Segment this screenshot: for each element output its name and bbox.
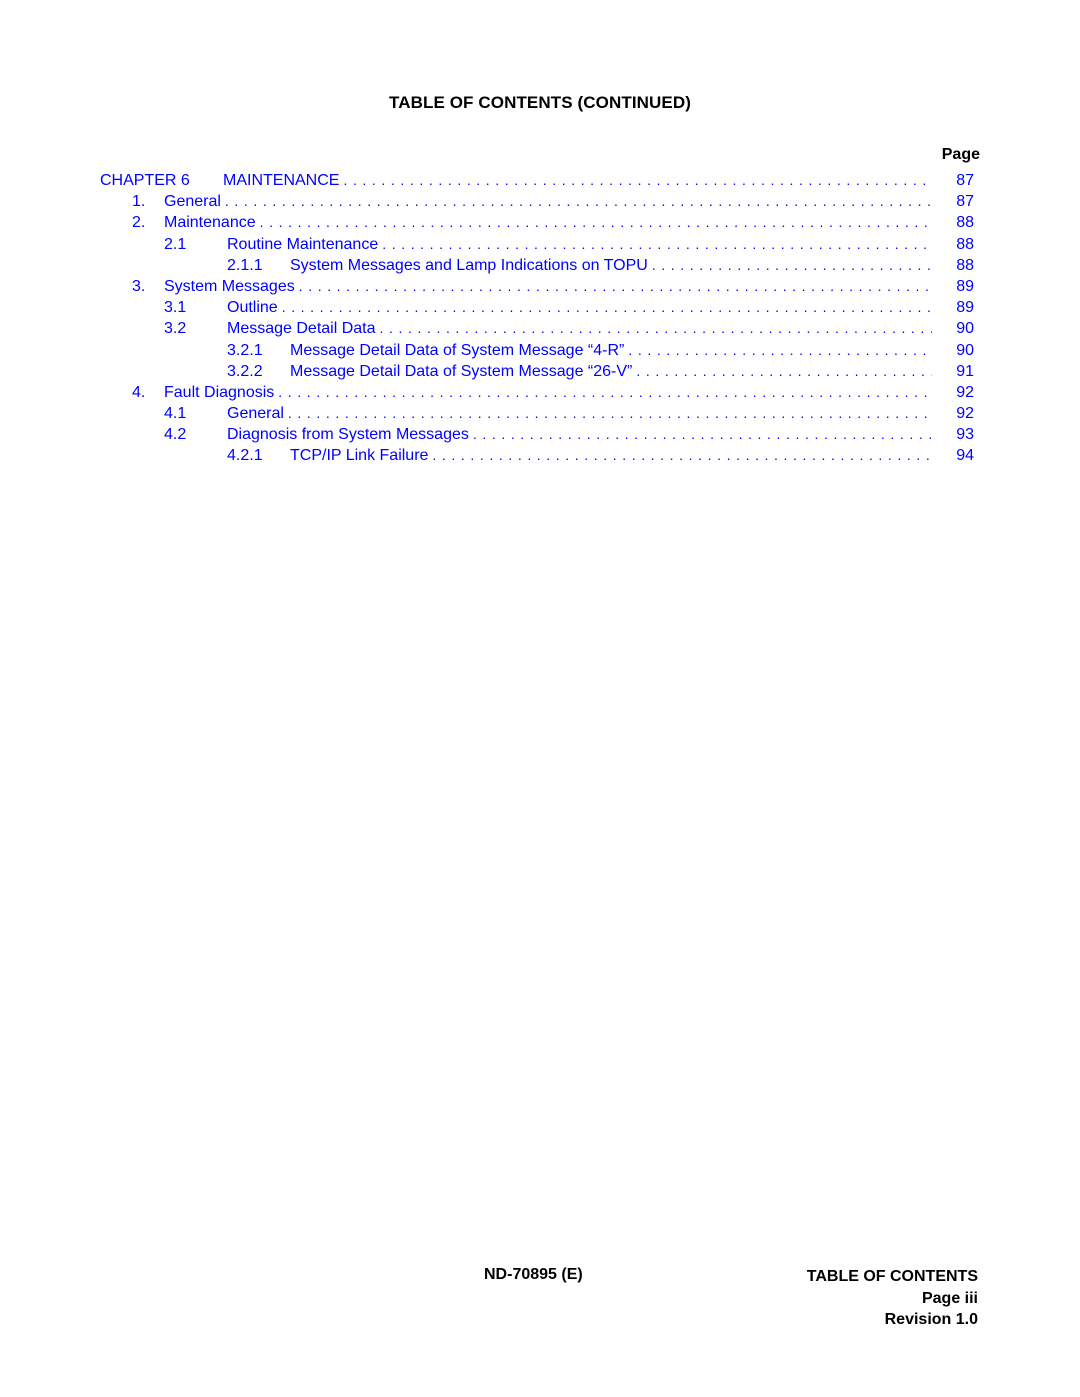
toc-entry[interactable]: 1. General..............................…	[100, 191, 974, 213]
toc-entry-page[interactable]: 88	[932, 233, 974, 255]
toc-entry-label[interactable]: Message Detail Data of System Message “2…	[290, 360, 637, 382]
toc-entry-page[interactable]: 92	[932, 403, 974, 425]
table-of-contents: CHAPTER 6 MAINTENANCE...................…	[100, 170, 974, 467]
toc-entry[interactable]: 3.2.2 Message Detail Data of System Mess…	[100, 360, 974, 382]
toc-entry[interactable]: 3.2 Message Detail Data.................…	[100, 318, 974, 340]
toc-entry[interactable]: 2.1 Routine Maintenance.................…	[100, 233, 974, 255]
toc-entry-page[interactable]: 87	[932, 191, 974, 213]
dot-leader: ........................................…	[379, 320, 932, 337]
toc-entry-page[interactable]: 87	[932, 170, 974, 192]
toc-entry-label[interactable]: Maintenance	[164, 212, 260, 234]
toc-entry-label[interactable]: Outline	[227, 297, 282, 319]
toc-entry-label[interactable]: Fault Diagnosis	[164, 381, 279, 404]
toc-entry[interactable]: 4. Fault Diagnosis......................…	[100, 381, 974, 404]
toc-entry-label[interactable]: Message Detail Data	[227, 318, 380, 340]
dot-leader: ........................................…	[651, 256, 932, 273]
toc-entry-label[interactable]: Routine Maintenance	[227, 233, 383, 255]
toc-entry-page[interactable]: 89	[932, 297, 974, 319]
toc-entry-number: 2.1.1	[227, 256, 263, 274]
dot-leader: ........................................…	[224, 193, 932, 210]
dot-leader: ........................................…	[343, 172, 932, 188]
toc-entry-number: 4.2.1	[227, 447, 263, 465]
toc-entry[interactable]: 2.1.1 System Messages and Lamp Indicatio…	[100, 254, 974, 276]
footer-revision: Revision 1.0	[884, 1311, 978, 1328]
page-title: TABLE OF CONTENTS (CONTINUED)	[389, 93, 691, 112]
toc-entry[interactable]: 3.1 Outline.............................…	[100, 297, 974, 319]
dot-leader: ........................................…	[472, 426, 932, 443]
toc-entry-number: 3.2	[164, 320, 187, 338]
toc-entry-page[interactable]: 88	[932, 212, 974, 234]
dot-leader: ........................................…	[287, 405, 932, 422]
toc-entry-number: 4.	[132, 383, 146, 401]
toc-entry-label[interactable]: System Messages	[164, 275, 299, 298]
dot-leader: ........................................…	[382, 235, 932, 252]
toc-entry-page[interactable]: 94	[932, 445, 974, 467]
toc-entry-number: 4.1	[164, 405, 187, 423]
toc-entry-label[interactable]: System Messages and Lamp Indications on …	[290, 254, 652, 276]
toc-entry-number: 1.	[132, 193, 146, 211]
dot-leader: ........................................…	[278, 383, 932, 400]
toc-entry-label[interactable]: Message Detail Data of System Message “4…	[290, 339, 629, 361]
page-column-header: Page	[941, 146, 980, 163]
toc-entry-page[interactable]: 92	[932, 381, 974, 404]
toc-entry-number: 3.2.1	[227, 341, 263, 359]
dot-leader: ........................................…	[281, 299, 932, 316]
toc-entry-page[interactable]: 88	[932, 254, 974, 276]
toc-entry-number: CHAPTER 6	[100, 172, 190, 189]
toc-entry-number: 2.	[132, 214, 146, 232]
toc-entry-number: 3.2.2	[227, 362, 263, 380]
toc-entry[interactable]: 4.2.1 TCP/IP Link Failure...............…	[100, 445, 974, 467]
toc-entry-number: 2.1	[164, 235, 187, 253]
document-id: ND-70895 (E)	[484, 1266, 583, 1283]
toc-entry-number: 3.1	[164, 299, 187, 317]
toc-entry[interactable]: 3. System Messages......................…	[100, 275, 974, 298]
toc-entry-page[interactable]: 90	[932, 318, 974, 340]
toc-entry-number: 4.2	[164, 426, 187, 444]
toc-entry-label[interactable]: MAINTENANCE	[223, 170, 344, 192]
toc-entry-label[interactable]: General	[227, 403, 288, 425]
toc-entry[interactable]: CHAPTER 6 MAINTENANCE...................…	[100, 170, 974, 192]
toc-entry-page[interactable]: 89	[932, 275, 974, 298]
toc-entry-number: 3.	[132, 277, 146, 295]
toc-entry[interactable]: 2. Maintenance..........................…	[100, 212, 974, 234]
dot-leader: ........................................…	[628, 341, 932, 358]
toc-entry-page[interactable]: 91	[932, 360, 974, 382]
toc-entry-page[interactable]: 93	[932, 424, 974, 446]
toc-entry-label[interactable]: Diagnosis from System Messages	[227, 424, 473, 446]
footer-page-number: Page iii	[921, 1289, 978, 1307]
dot-leader: ........................................…	[636, 362, 932, 379]
dot-leader: ........................................…	[432, 447, 932, 464]
toc-entry-label[interactable]: General	[164, 191, 225, 213]
toc-entry[interactable]: 4.2 Diagnosis from System Messages......…	[100, 424, 974, 446]
toc-entry-page[interactable]: 90	[932, 339, 974, 361]
toc-entry[interactable]: 4.1 General.............................…	[100, 403, 974, 425]
toc-entry-label[interactable]: TCP/IP Link Failure	[290, 445, 433, 467]
footer-section: TABLE OF CONTENTS	[806, 1268, 978, 1285]
toc-entry[interactable]: 3.2.1 Message Detail Data of System Mess…	[100, 339, 974, 361]
dot-leader: ........................................…	[298, 277, 932, 294]
dot-leader: ........................................…	[259, 214, 932, 231]
